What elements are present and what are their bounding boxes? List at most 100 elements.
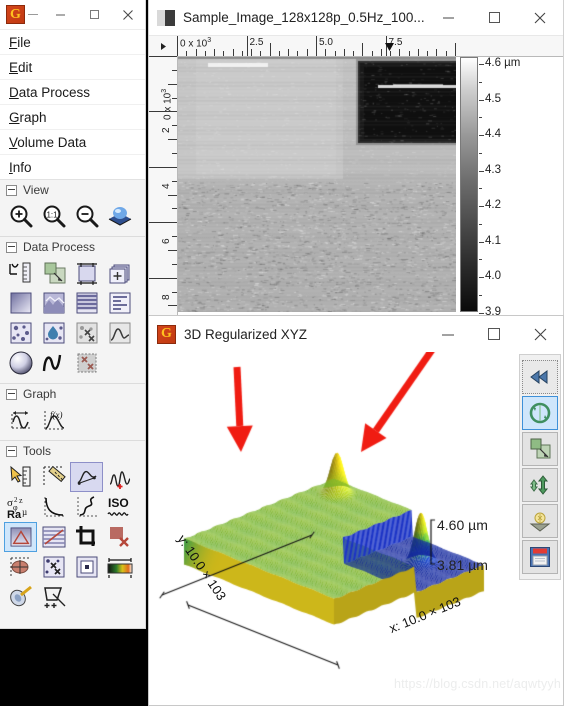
color-scale-ruler: 4.6 µm 4.5 4.4 4.3 4.2 4.1 4.0 3.9 <box>479 50 559 318</box>
spectro-point-icon[interactable] <box>103 462 136 492</box>
main-window-titlebar: G <box>0 0 145 30</box>
minimize-button[interactable] <box>425 316 471 352</box>
expander-icon[interactable] <box>6 185 17 196</box>
svg-text:µ: µ <box>22 507 27 517</box>
filters-icon[interactable] <box>4 582 37 612</box>
grain-remove-tool-icon[interactable] <box>37 552 70 582</box>
maximize-button[interactable] <box>77 0 111 30</box>
menu-item-volume-data[interactable]: Volume Data <box>0 130 145 155</box>
section-view: View 1:1 <box>0 180 145 237</box>
merge-layers-icon[interactable] <box>37 258 70 288</box>
section-data-process-icons <box>0 257 145 378</box>
wave-filter-icon[interactable] <box>37 348 70 378</box>
minimize-button[interactable] <box>43 0 77 30</box>
close-button[interactable] <box>111 0 145 30</box>
section-view-icons: 1:1 <box>0 200 145 231</box>
section-title: Graph <box>23 387 56 401</box>
gradient-icon[interactable] <box>4 288 37 318</box>
expander-icon[interactable] <box>6 389 17 400</box>
maximize-button[interactable] <box>471 316 517 352</box>
vertical-ruler: 0 x 103 2 4 6 8 <box>149 56 178 315</box>
z-max-label: 4.60 µm <box>437 517 488 533</box>
save-image-icon[interactable] <box>522 540 558 574</box>
level-three-point-icon[interactable] <box>4 522 37 552</box>
roughness-surface-icon[interactable] <box>37 288 70 318</box>
z-scale-icon[interactable] <box>522 468 558 502</box>
rewind-view-icon[interactable] <box>522 360 558 394</box>
statistical-quantities-icon[interactable]: σ 2 z φ Ra µ <box>4 492 37 522</box>
distribution-icon[interactable] <box>103 318 136 348</box>
rotate-view-icon[interactable] <box>522 396 558 430</box>
expander-icon[interactable] <box>6 242 17 253</box>
distance-add-icon[interactable] <box>37 582 70 612</box>
color-scale-label: 4.1 <box>485 235 501 247</box>
color-range-icon[interactable] <box>103 552 136 582</box>
mask-remove-icon[interactable] <box>70 348 103 378</box>
light-source-icon[interactable] <box>522 504 558 538</box>
close-button[interactable] <box>517 0 563 35</box>
svg-text:Ra: Ra <box>7 509 22 520</box>
window3d-toolbar <box>519 354 561 580</box>
grain-remove-icon[interactable] <box>70 318 103 348</box>
crop-tool-icon[interactable] <box>70 522 103 552</box>
section-title: Data Process <box>23 240 95 254</box>
v-ruler-label: 0 x 103 <box>161 89 173 120</box>
section-header-view[interactable]: View <box>0 180 145 200</box>
grain-mark-icon[interactable] <box>4 318 37 348</box>
section-tools-icons: σ 2 z φ Ra µ ISO <box>0 461 145 612</box>
gray-color-gradient-bar[interactable] <box>460 57 478 312</box>
menu-item-data-process[interactable]: Data Process <box>0 80 145 105</box>
level-plane-icon[interactable] <box>4 258 37 288</box>
ruler-corner[interactable] <box>149 36 177 56</box>
section-header-tools[interactable]: Tools <box>0 441 145 461</box>
afm-image-window: Sample_Image_128x128p_0.5Hz_100... 0 x 1… <box>148 0 564 315</box>
menu-item-graph[interactable]: Graph <box>0 105 145 130</box>
gwyddion-main-window: G File Edit Data Process Graph Volume Da… <box>0 0 146 629</box>
window3d-body: y: 10.0 × 103 x: 10.0 × 103 4.60 µm 3.81… <box>149 352 563 705</box>
menu-item-file[interactable]: File <box>0 30 145 55</box>
iso-roughness-icon[interactable]: ISO <box>103 492 136 522</box>
view-3d-icon[interactable] <box>103 201 136 231</box>
grain-drop-icon[interactable] <box>37 318 70 348</box>
section-tools: Tools σ 2 z φ Ra µ ISO <box>0 441 145 617</box>
measure-distance-icon[interactable] <box>37 462 70 492</box>
section-header-graph[interactable]: Graph <box>0 384 145 404</box>
arithmetic-icon[interactable] <box>103 258 136 288</box>
graph-function-icon[interactable]: f(x) <box>37 405 70 435</box>
graph-measure-icon[interactable] <box>4 405 37 435</box>
zoom-in-icon[interactable] <box>4 201 37 231</box>
path-level-icon[interactable] <box>37 522 70 552</box>
afm-scan-image[interactable] <box>178 57 456 312</box>
title-dash <box>28 14 38 15</box>
profile-extract-icon[interactable] <box>70 462 103 492</box>
section-graph: Graph f(x) <box>0 384 145 441</box>
sphere-revolve-icon[interactable] <box>4 348 37 378</box>
line-stats-icon[interactable] <box>70 492 103 522</box>
selection-manager-icon[interactable] <box>70 552 103 582</box>
h-ruler-label: 0 x 103 <box>180 37 211 49</box>
crop-bounds-icon[interactable] <box>70 258 103 288</box>
menu-item-info[interactable]: Info <box>0 155 145 179</box>
expander-icon[interactable] <box>6 446 17 457</box>
line-correct-icon[interactable] <box>70 288 103 318</box>
svg-text:f(x): f(x) <box>50 410 63 420</box>
read-value-icon[interactable] <box>4 462 37 492</box>
menu-item-edit[interactable]: Edit <box>0 55 145 80</box>
ruler-cursor-marker <box>385 43 394 55</box>
stats-1d-icon[interactable] <box>37 492 70 522</box>
color-scale-label: 4.3 <box>485 164 501 176</box>
zoom-out-icon[interactable] <box>70 201 103 231</box>
mask-editor-icon[interactable] <box>103 522 136 552</box>
3d-view-window: G 3D Regularized XYZ y: 10.0 × 103 x: 10… <box>148 315 564 706</box>
statistics-rows-icon[interactable] <box>103 288 136 318</box>
close-button[interactable] <box>517 316 563 352</box>
section-header-data-process[interactable]: Data Process <box>0 237 145 257</box>
zoom-1to1-icon[interactable]: 1:1 <box>37 201 70 231</box>
z-min-label: 3.81 µm <box>437 557 488 573</box>
color-scale-label: 4.5 <box>485 93 501 105</box>
grain-measure-icon[interactable] <box>4 552 37 582</box>
scale-view-icon[interactable] <box>522 432 558 466</box>
gwyddion-app-icon: G <box>157 325 176 344</box>
minimize-button[interactable] <box>425 0 471 35</box>
maximize-button[interactable] <box>471 0 517 35</box>
